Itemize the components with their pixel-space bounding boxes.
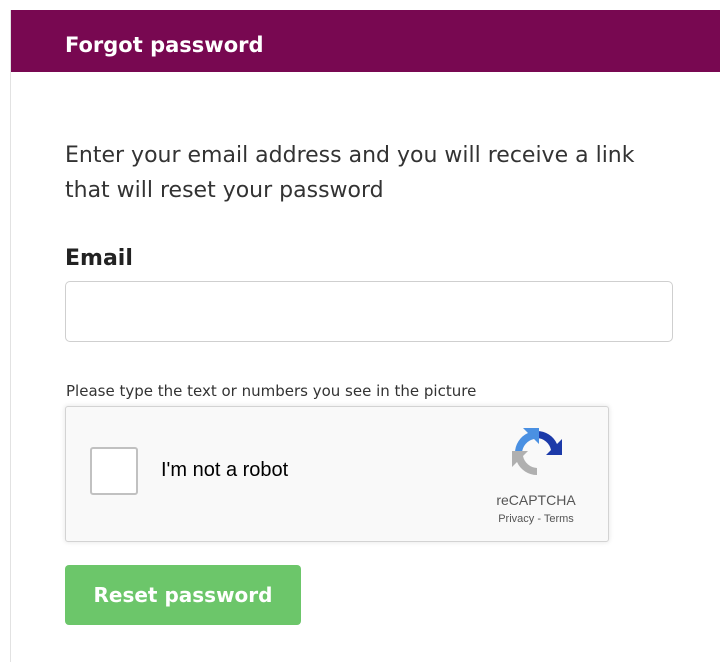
captcha-hint: Please type the text or numbers you see … — [66, 382, 477, 400]
email-label: Email — [65, 246, 133, 271]
recaptcha-logo-icon — [512, 428, 562, 475]
recaptcha-links-separator: - — [537, 513, 541, 525]
panel-header: Forgot password — [11, 10, 720, 72]
recaptcha-checkbox-label: I'm not a robot — [161, 459, 289, 481]
forgot-password-panel: Forgot password Enter your email address… — [10, 10, 720, 662]
recaptcha-privacy-link[interactable]: Privacy — [498, 513, 534, 525]
reset-password-button[interactable]: Reset password — [65, 565, 301, 625]
intro-text: Enter your email address and you will re… — [65, 143, 635, 203]
panel-title: Forgot password — [65, 33, 264, 57]
recaptcha-widget: I'm not a robot reCAPTCHA Privacy - Term… — [65, 406, 609, 542]
recaptcha-terms-link[interactable]: Terms — [544, 513, 574, 525]
recaptcha-checkbox[interactable] — [90, 447, 138, 495]
email-input[interactable] — [65, 281, 673, 342]
recaptcha-links: Privacy - Terms — [466, 513, 606, 525]
recaptcha-brand: reCAPTCHA — [496, 492, 576, 508]
